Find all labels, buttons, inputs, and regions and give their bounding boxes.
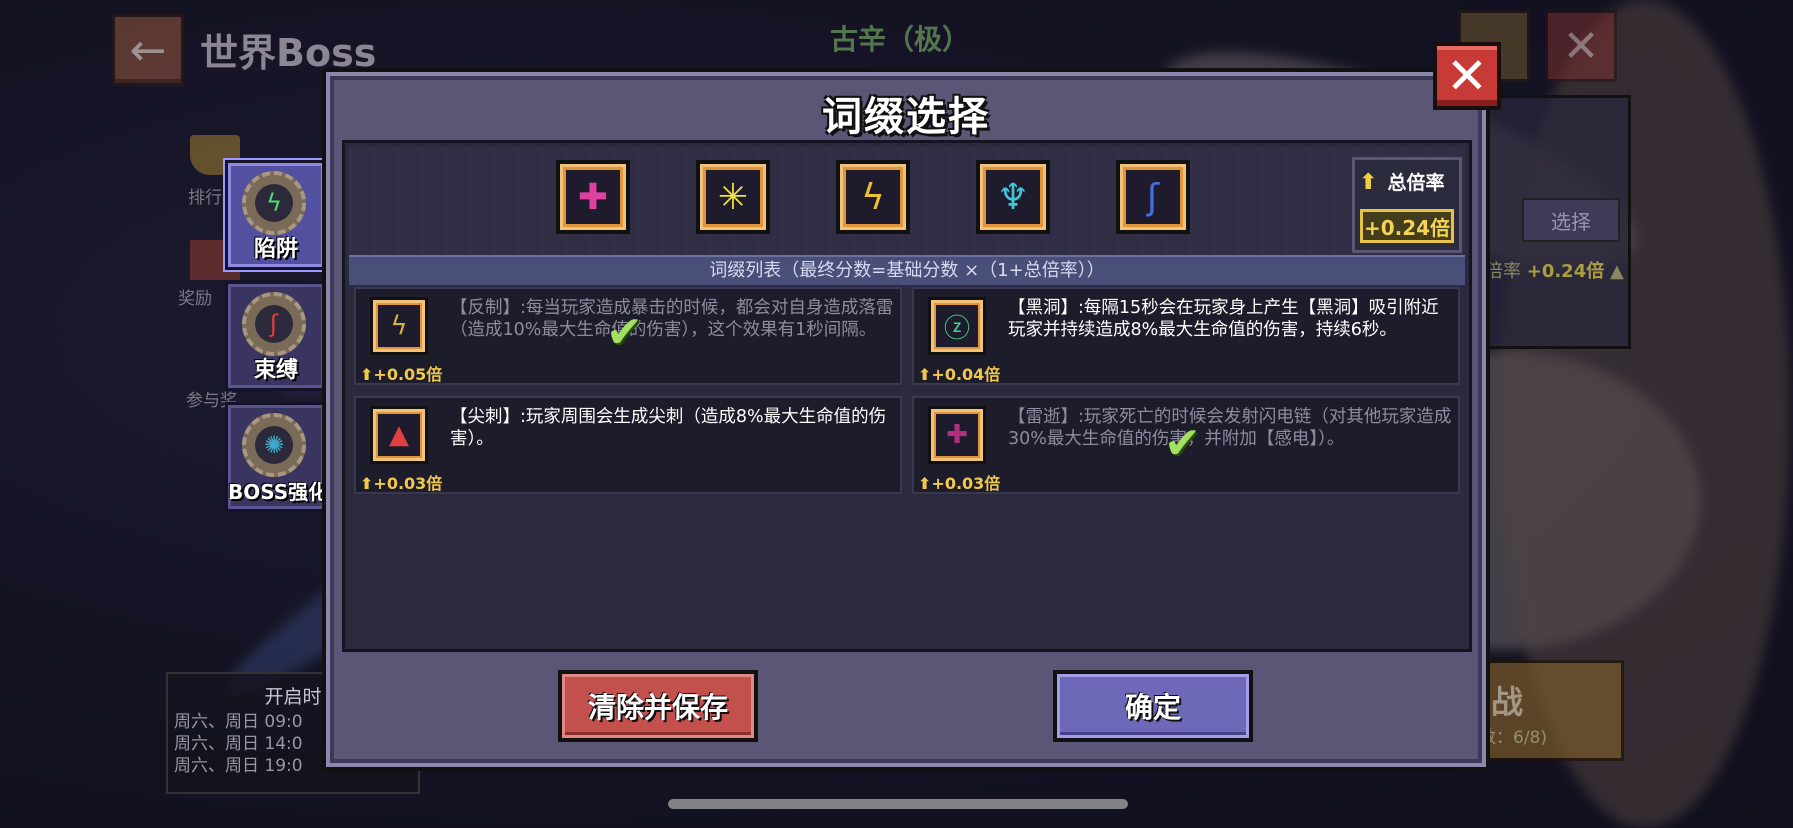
tab-label: BOSS强化 — [228, 480, 329, 504]
up-arrow-icon: ⬆ — [360, 365, 374, 384]
affix-description: 【黑洞】:每隔15秒会在玩家身上产生【黑洞】吸引附近玩家并持续造成8%最大生命值… — [1008, 298, 1439, 340]
affix-description: 【反制】:每当玩家造成暴击的时候，都会对自身造成落雷（造成10%最大生命值的伤害… — [450, 298, 894, 340]
burst-affix-icon: ✳ — [706, 170, 760, 224]
bind-affix-icon: ʃ — [1126, 170, 1180, 224]
affix-bonus: ⬆+0.05倍 — [360, 365, 443, 384]
up-arrow-icon: ⬆ — [360, 474, 374, 493]
background-rate-prefix: 倍率 — [1485, 261, 1521, 282]
back-arrow-icon: ← — [129, 24, 167, 76]
back-button[interactable]: ← — [112, 14, 184, 86]
close-icon: ✕ — [1562, 20, 1600, 72]
total-rate-label: ⬆ 总倍率 — [1359, 168, 1444, 195]
affix-bonus: ⬆+0.03倍 — [918, 474, 1001, 493]
dialog-title: 词缀选择 — [822, 94, 990, 140]
fight-label: 战 — [1491, 683, 1524, 721]
clear-and-save-button[interactable]: 清除并保存 — [558, 670, 758, 742]
tab-label: 陷阱 — [253, 237, 298, 262]
boss-buff-gear-icon: ✺ — [242, 413, 306, 477]
affix-bonus: ⬆+0.04倍 — [918, 365, 1001, 384]
side-label-reward: 奖励 — [178, 289, 212, 309]
total-rate-box: ⬆ 总倍率 +0.24倍 — [1352, 157, 1462, 253]
background-select-button[interactable]: 选择 — [1522, 198, 1620, 242]
thunder-death-icon: ✚ — [928, 406, 986, 464]
tab-boss-buff[interactable]: ✺ BOSS强化 — [225, 402, 329, 512]
tab-label: 束缚 — [253, 358, 298, 383]
background-rate-value: +0.24倍 — [1526, 261, 1605, 282]
affix-card-black-hole[interactable]: ⓩ ⬆+0.04倍 【黑洞】:每隔15秒会在玩家身上产生【黑洞】吸引附近玩家并持… — [912, 287, 1460, 385]
affix-list-header: 词缀列表（最终分数=基础分数 ×（1+总倍率）） — [349, 255, 1465, 287]
background-rate: 倍率 +0.24倍 ▲ — [1485, 257, 1624, 283]
home-indicator[interactable] — [668, 799, 1128, 809]
boss-name: 古辛（极） — [830, 23, 971, 56]
confirm-button[interactable]: 确定 — [1053, 670, 1253, 742]
page-close-button-bg[interactable]: ✕ — [1545, 10, 1617, 82]
bind-gear-icon: ʃ — [242, 292, 306, 356]
dialog-close-button[interactable]: ✕ — [1433, 42, 1501, 110]
background-fight-button[interactable]: 战 数：6/8) — [1468, 660, 1624, 761]
side-label-rank: 排行 — [188, 188, 222, 208]
close-icon: ✕ — [1446, 47, 1488, 105]
up-arrow-icon: ⬆ — [918, 365, 932, 384]
wings-affix-icon: ♆ — [986, 170, 1040, 224]
spike-icon: ▲ — [370, 406, 428, 464]
selected-slot[interactable]: ʃ — [1116, 160, 1190, 234]
affix-card-counter[interactable]: ϟ ⬆+0.05倍 【反制】:每当玩家造成暴击的时候，都会对自身造成落雷（造成1… — [354, 287, 902, 385]
black-hole-icon: ⓩ — [928, 297, 986, 355]
selected-slot[interactable]: ✳ — [696, 160, 770, 234]
affix-bonus: ⬆+0.03倍 — [360, 474, 443, 493]
selected-slot[interactable]: ϟ — [836, 160, 910, 234]
dialog-content: ✚ ✳ ϟ ♆ ʃ ⬆ 总倍率 +0.24倍 词缀列表（最终分数=基础分数 ×（1… — [342, 140, 1472, 652]
total-rate-value: +0.24倍 — [1360, 209, 1454, 243]
affix-description: 【尖刺】:玩家周围会生成尖刺（造成8%最大生命值的伤害）。 — [450, 407, 887, 449]
counter-lightning-icon: ϟ — [370, 297, 428, 355]
up-arrow-icon: ⬆ — [918, 474, 932, 493]
tab-trap[interactable]: ϟ 陷阱 — [225, 160, 327, 270]
up-arrow-icon: ⬆ — [1359, 170, 1378, 195]
trap-gear-icon: ϟ — [242, 171, 306, 235]
tab-bind[interactable]: ʃ 束缚 — [225, 281, 327, 391]
affix-card-spike[interactable]: ▲ ⬆+0.03倍 【尖刺】:玩家周围会生成尖刺（造成8%最大生命值的伤害）。 — [354, 396, 902, 494]
affix-select-dialog: 词缀选择 ✚ ✳ ϟ ♆ ʃ ⬆ 总倍率 +0.24倍 词缀列表（最终分数=基础分… — [322, 68, 1490, 771]
selected-slot[interactable]: ♆ — [976, 160, 1050, 234]
black-hole-affix-icon: ✚ — [566, 170, 620, 224]
affix-description: 【雷逝】:玩家死亡的时候会发射闪电链（对其他玩家造成30%最大生命值的伤害，并附… — [1008, 407, 1452, 449]
affix-card-thunder-death[interactable]: ✚ ⬆+0.03倍 【雷逝】:玩家死亡的时候会发射闪电链（对其他玩家造成30%最… — [912, 396, 1460, 494]
selected-slot[interactable]: ✚ — [556, 160, 630, 234]
up-arrow-icon: ▲ — [1609, 261, 1624, 282]
selected-affix-strip: ✚ ✳ ϟ ♆ ʃ ⬆ 总倍率 +0.24倍 — [349, 147, 1465, 255]
checkmark-icon: ✔ — [606, 307, 643, 358]
checkmark-icon: ✔ — [1164, 418, 1201, 469]
lightning-affix-icon: ϟ — [846, 170, 900, 224]
total-rate-text: 总倍率 — [1387, 172, 1445, 194]
